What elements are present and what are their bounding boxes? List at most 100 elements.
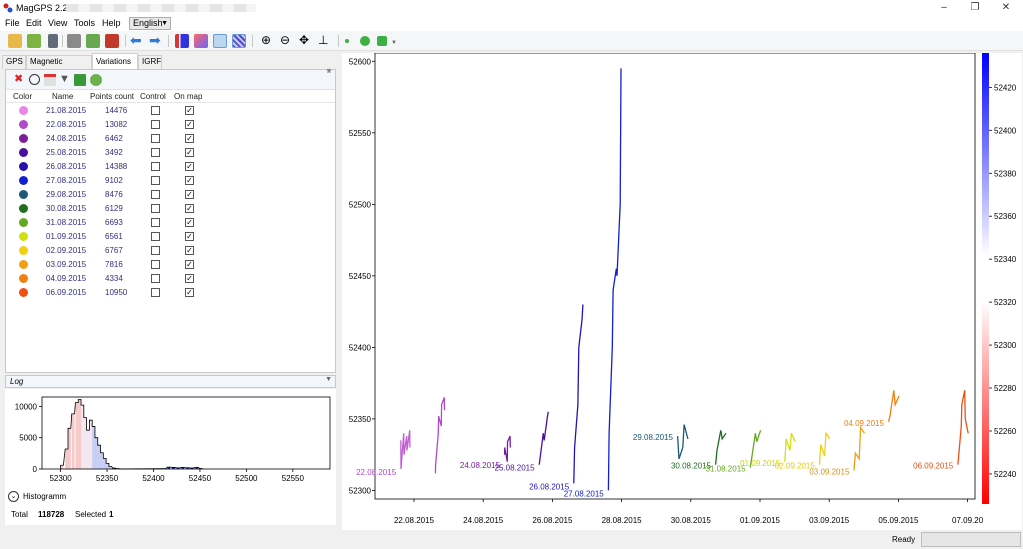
table-row[interactable]: 31.08.2015 6693 ✓ bbox=[6, 216, 335, 230]
color-swatch[interactable] bbox=[19, 218, 28, 227]
globe-icon[interactable] bbox=[90, 74, 102, 86]
zoom-out-icon[interactable]: ⊖ bbox=[280, 34, 294, 48]
control-checkbox[interactable] bbox=[151, 204, 160, 213]
on-map-checkbox[interactable]: ✓ bbox=[185, 106, 194, 115]
pin-icon[interactable]: ▼ bbox=[325, 376, 332, 383]
export-icon[interactable] bbox=[86, 34, 100, 48]
tab-variations[interactable]: Variations bbox=[92, 53, 138, 69]
color-swatch[interactable] bbox=[19, 148, 28, 157]
on-map-checkbox[interactable]: ✓ bbox=[185, 218, 194, 227]
on-map-checkbox[interactable]: ✓ bbox=[185, 120, 194, 129]
axes-icon[interactable]: ⊥ bbox=[318, 34, 332, 48]
col-color[interactable]: Color bbox=[13, 92, 32, 101]
table-row[interactable]: 04.09.2015 4334 ✓ bbox=[6, 272, 335, 286]
tab-igrf[interactable]: IGRF bbox=[138, 55, 162, 69]
table-row[interactable]: 27.08.2015 9102 ✓ bbox=[6, 174, 335, 188]
selection-map-icon[interactable] bbox=[213, 34, 227, 48]
control-checkbox[interactable] bbox=[151, 260, 160, 269]
color-swatch[interactable] bbox=[19, 288, 28, 297]
control-checkbox[interactable] bbox=[151, 148, 160, 157]
chevron-down-icon[interactable]: ⌄ bbox=[8, 491, 19, 502]
on-map-checkbox[interactable]: ✓ bbox=[185, 162, 194, 171]
menu-file[interactable]: File bbox=[5, 18, 20, 28]
open-folder-icon[interactable] bbox=[8, 34, 22, 48]
tab-gps[interactable]: GPS bbox=[2, 55, 26, 69]
minimize-icon[interactable]: – bbox=[929, 0, 959, 16]
hatch-map-icon[interactable] bbox=[232, 34, 246, 48]
color-swatch[interactable] bbox=[19, 232, 28, 241]
variations-chart[interactable]: 52300 52350 52400 52450 52500 52550 52600 22.08… bbox=[342, 52, 1022, 530]
color-swatch[interactable] bbox=[19, 134, 28, 143]
add-file-icon[interactable] bbox=[27, 34, 41, 48]
on-map-checkbox[interactable]: ✓ bbox=[185, 190, 194, 199]
col-name[interactable]: Name bbox=[52, 92, 73, 101]
filter-icon[interactable]: ▼ bbox=[59, 74, 71, 86]
pan-icon[interactable]: ✥ bbox=[299, 34, 313, 48]
control-checkbox[interactable] bbox=[151, 274, 160, 283]
menu-view[interactable]: View bbox=[48, 18, 67, 28]
forward-arrow-icon[interactable]: ➡ bbox=[149, 33, 163, 48]
control-checkbox[interactable] bbox=[151, 288, 160, 297]
table-row[interactable]: 03.09.2015 7816 ✓ bbox=[6, 258, 335, 272]
zoom-in-icon[interactable]: ⊕ bbox=[261, 34, 275, 48]
folder-icon[interactable] bbox=[74, 74, 86, 86]
close-icon[interactable]: ✕ bbox=[991, 0, 1021, 16]
control-checkbox[interactable] bbox=[151, 106, 160, 115]
small-point-icon[interactable] bbox=[345, 39, 349, 43]
table-row[interactable]: 02.09.2015 6767 ✓ bbox=[6, 244, 335, 258]
control-checkbox[interactable] bbox=[151, 232, 160, 241]
color-swatch[interactable] bbox=[19, 274, 28, 283]
color-swatch[interactable] bbox=[19, 162, 28, 171]
on-map-checkbox[interactable]: ✓ bbox=[185, 176, 194, 185]
color-swatch[interactable] bbox=[19, 246, 28, 255]
menu-tools[interactable]: Tools bbox=[74, 18, 95, 28]
control-checkbox[interactable] bbox=[151, 120, 160, 129]
on-map-checkbox[interactable]: ✓ bbox=[185, 246, 194, 255]
language-select[interactable]: English ▼ bbox=[129, 17, 171, 30]
control-checkbox[interactable] bbox=[151, 134, 160, 143]
color-swatch[interactable] bbox=[19, 260, 28, 269]
on-map-checkbox[interactable]: ✓ bbox=[185, 232, 194, 241]
table-row[interactable]: 24.08.2015 6462 ✓ bbox=[6, 132, 335, 146]
square-point-icon[interactable] bbox=[377, 36, 387, 46]
import-icon[interactable] bbox=[105, 34, 119, 48]
table-row[interactable]: 22.08.2015 13082 ✓ bbox=[6, 118, 335, 132]
table-row[interactable]: 29.08.2015 8476 ✓ bbox=[6, 188, 335, 202]
on-map-checkbox[interactable]: ✓ bbox=[185, 204, 194, 213]
on-map-checkbox[interactable]: ✓ bbox=[185, 260, 194, 269]
col-on-map[interactable]: On map bbox=[174, 92, 202, 101]
back-arrow-icon[interactable]: ⬅ bbox=[130, 33, 144, 48]
table-row[interactable]: 30.08.2015 6129 ✓ bbox=[6, 202, 335, 216]
menu-help[interactable]: Help bbox=[102, 18, 121, 28]
maximize-icon[interactable]: ❐ bbox=[960, 0, 990, 16]
color-swatch[interactable] bbox=[19, 190, 28, 199]
color-swatch[interactable] bbox=[19, 120, 28, 129]
clock-icon[interactable] bbox=[29, 74, 40, 85]
on-map-checkbox[interactable]: ✓ bbox=[185, 134, 194, 143]
toolbar-overflow-icon[interactable]: ▼ bbox=[391, 40, 397, 46]
control-checkbox[interactable] bbox=[151, 190, 160, 199]
col-points-count[interactable]: Points count bbox=[90, 92, 134, 101]
calendar-icon[interactable] bbox=[44, 74, 56, 86]
save-icon[interactable] bbox=[48, 34, 58, 48]
gradient-map-icon[interactable] bbox=[194, 34, 208, 48]
col-control[interactable]: Control bbox=[140, 92, 166, 101]
table-row[interactable]: 25.08.2015 3492 ✓ bbox=[6, 146, 335, 160]
color-swatch[interactable] bbox=[19, 176, 28, 185]
menu-edit[interactable]: Edit bbox=[26, 18, 42, 28]
print-icon[interactable] bbox=[67, 34, 81, 48]
on-map-checkbox[interactable]: ✓ bbox=[185, 288, 194, 297]
control-checkbox[interactable] bbox=[151, 162, 160, 171]
table-row[interactable]: 06.09.2015 10950 ✓ bbox=[6, 286, 335, 300]
on-map-checkbox[interactable]: ✓ bbox=[185, 148, 194, 157]
table-row[interactable]: 21.08.2015 14476 ✓ bbox=[6, 104, 335, 118]
control-checkbox[interactable] bbox=[151, 218, 160, 227]
points-chart-icon[interactable] bbox=[175, 34, 189, 48]
pin-icon[interactable]: ⋇ bbox=[326, 67, 332, 75]
control-checkbox[interactable] bbox=[151, 176, 160, 185]
delete-icon[interactable]: ✖ bbox=[14, 74, 26, 86]
control-checkbox[interactable] bbox=[151, 246, 160, 255]
circle-point-icon[interactable] bbox=[360, 36, 370, 46]
table-row[interactable]: 26.08.2015 14388 ✓ bbox=[6, 160, 335, 174]
on-map-checkbox[interactable]: ✓ bbox=[185, 274, 194, 283]
